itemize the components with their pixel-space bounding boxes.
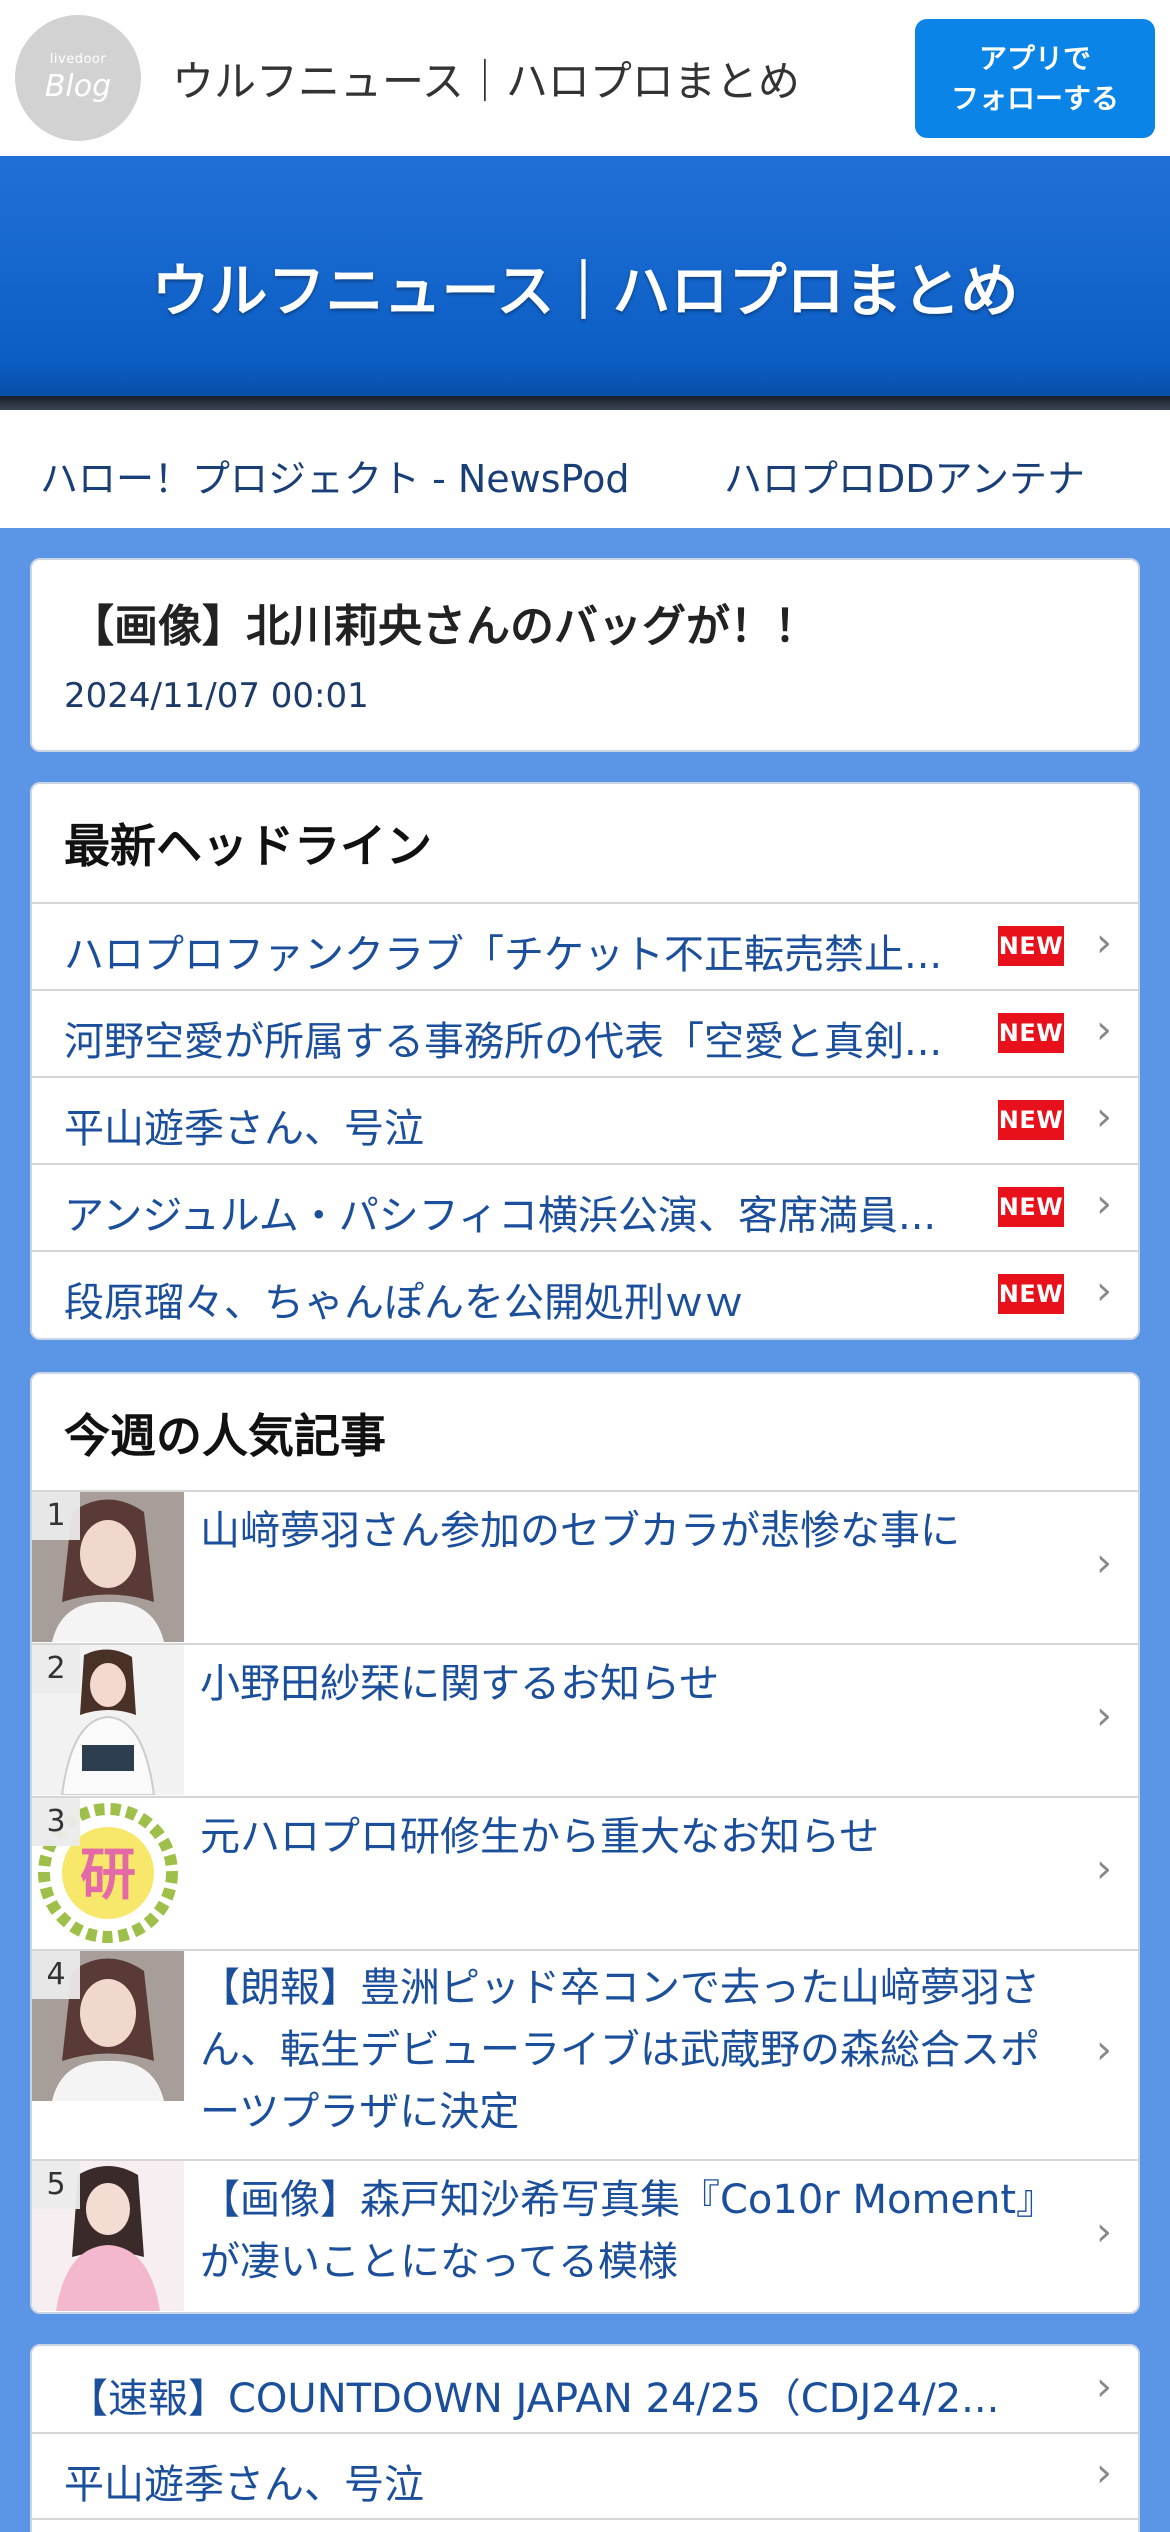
rank-number: 4 <box>32 1951 80 1999</box>
headline-text: アンジュルム・パシフィコ横浜公演、客席満員... <box>64 1193 937 1239</box>
chevron-right-icon: › <box>1096 1540 1112 1586</box>
follow-button-line1: アプリで <box>978 41 1091 75</box>
logo-small-text: livedoor <box>49 52 107 67</box>
article-date: 2024/11/07 00:01 <box>64 676 369 716</box>
banner-title: ウルフニュース｜ハロプロまとめ <box>151 257 1019 325</box>
site-name[interactable]: ウルフニュース｜ハロプロまとめ <box>172 48 800 109</box>
chevron-right-icon: › <box>1096 1693 1112 1739</box>
popular-article-row[interactable]: 4 【朗報】豊洲ピッド卒コンで去った山﨑夢羽さん、転生デビューライブは武蔵野の森… <box>32 1949 1138 2159</box>
related-link-row[interactable] <box>32 2518 1138 2532</box>
banner-divider <box>0 396 1170 410</box>
antenna-links-bar: ハロー！プロジェクト - NewsPod ハロプロDDアンテナ <box>0 410 1170 528</box>
related-link-row[interactable]: 平山遊季さん、号泣 › <box>32 2432 1138 2518</box>
article-title: 【画像】北川莉央さんのバッグが！！ <box>70 601 818 652</box>
chevron-right-icon: › <box>1096 2450 1112 2496</box>
chevron-right-icon: › <box>1096 1181 1112 1227</box>
rank-number: 3 <box>32 1798 80 1846</box>
top-bar: livedoor Blog ウルフニュース｜ハロプロまとめ アプリで フォローす… <box>0 0 1170 156</box>
rank-number: 5 <box>32 2161 80 2209</box>
headline-text: 平山遊季さん、号泣 <box>64 1106 424 1152</box>
livedoor-blog-logo[interactable]: livedoor Blog <box>15 15 141 141</box>
chevron-right-icon: › <box>1096 920 1112 966</box>
headline-text: 段原瑠々、ちゃんぽんを公開処刑ｗｗ <box>64 1280 744 1326</box>
blog-header-banner[interactable]: ウルフニュース｜ハロプロまとめ <box>0 156 1170 396</box>
headline-row[interactable]: アンジュルム・パシフィコ横浜公演、客席満員... NEW › <box>32 1163 1138 1250</box>
rank-number: 1 <box>32 1492 80 1540</box>
popular-article-row[interactable]: 2 小野田紗栞に関するお知らせ › <box>32 1643 1138 1796</box>
chevron-right-icon: › <box>1096 1268 1112 1314</box>
headline-row[interactable]: 平山遊季さん、号泣 NEW › <box>32 1076 1138 1163</box>
article-header-card: 【画像】北川莉央さんのバッグが！！ 2024/11/07 00:01 <box>30 558 1140 752</box>
related-link-row[interactable]: 【速報】COUNTDOWN JAPAN 24/25（CDJ24/2... › <box>32 2346 1138 2432</box>
popular-article-title: 小野田紗栞に関するお知らせ <box>200 1661 720 1707</box>
related-link-text: 平山遊季さん、号泣 <box>64 2462 424 2508</box>
chevron-right-icon: › <box>1096 1007 1112 1053</box>
new-badge: NEW <box>998 926 1064 966</box>
popular-article-title: 元ハロプロ研修生から重大なお知らせ <box>200 1814 880 1860</box>
headline-row[interactable]: ハロプロファンクラブ「チケット不正転売禁止... NEW › <box>32 902 1138 989</box>
headline-text: 河野空愛が所属する事務所の代表「空愛と真剣... <box>64 1019 943 1065</box>
popular-article-row[interactable]: 研 3 元ハロプロ研修生から重大なお知らせ › <box>32 1796 1138 1949</box>
chevron-right-icon: › <box>1096 2364 1112 2410</box>
related-links-card: 【速報】COUNTDOWN JAPAN 24/25（CDJ24/2... › 平… <box>30 2344 1140 2532</box>
new-badge: NEW <box>998 1013 1064 1053</box>
new-badge: NEW <box>998 1187 1064 1227</box>
headlines-heading: 最新ヘッドライン <box>64 819 432 873</box>
follow-in-app-button[interactable]: アプリで フォローする <box>915 19 1155 138</box>
related-link-text: 【速報】COUNTDOWN JAPAN 24/25（CDJ24/2... <box>68 2376 1000 2422</box>
latest-headlines-card: 最新ヘッドライン ハロプロファンクラブ「チケット不正転売禁止... NEW › … <box>30 782 1140 1340</box>
chevron-right-icon: › <box>1096 2027 1112 2073</box>
headline-text: ハロプロファンクラブ「チケット不正転売禁止... <box>64 932 943 978</box>
headline-row[interactable]: 河野空愛が所属する事務所の代表「空愛と真剣... NEW › <box>32 989 1138 1076</box>
popular-heading: 今週の人気記事 <box>64 1409 386 1463</box>
popular-article-title: 【画像】森戸知沙希写真集『Co10r Moment』が凄いことになってる模様 <box>200 2177 1057 2285</box>
link-newspod[interactable]: ハロー！プロジェクト - NewsPod <box>40 448 629 503</box>
weekly-popular-card: 今週の人気記事 1 山﨑夢羽さん参加のセブカラが悲惨な事に › 2 小野田紗栞に… <box>30 1372 1140 2314</box>
link-dd-antenna[interactable]: ハロプロDDアンテナ <box>724 448 1085 503</box>
popular-article-title: 【朗報】豊洲ピッド卒コンで去った山﨑夢羽さん、転生デビューライブは武蔵野の森総合… <box>200 1965 1040 2135</box>
chevron-right-icon: › <box>1096 1094 1112 1140</box>
chevron-right-icon: › <box>1096 1846 1112 1892</box>
popular-article-row[interactable]: 5 【画像】森戸知沙希写真集『Co10r Moment』が凄いことになってる模様… <box>32 2159 1138 2312</box>
chevron-right-icon: › <box>1096 2209 1112 2255</box>
new-badge: NEW <box>998 1100 1064 1140</box>
follow-button-line2: フォローする <box>950 81 1119 115</box>
popular-article-row[interactable]: 1 山﨑夢羽さん参加のセブカラが悲惨な事に › <box>32 1490 1138 1643</box>
rank-number: 2 <box>32 1645 80 1693</box>
headline-row[interactable]: 段原瑠々、ちゃんぽんを公開処刑ｗｗ NEW › <box>32 1250 1138 1338</box>
logo-big-text: Blog <box>44 69 112 104</box>
new-badge: NEW <box>998 1274 1064 1314</box>
popular-article-title: 山﨑夢羽さん参加のセブカラが悲惨な事に <box>200 1508 960 1554</box>
svg-text:研: 研 <box>80 1843 136 1908</box>
